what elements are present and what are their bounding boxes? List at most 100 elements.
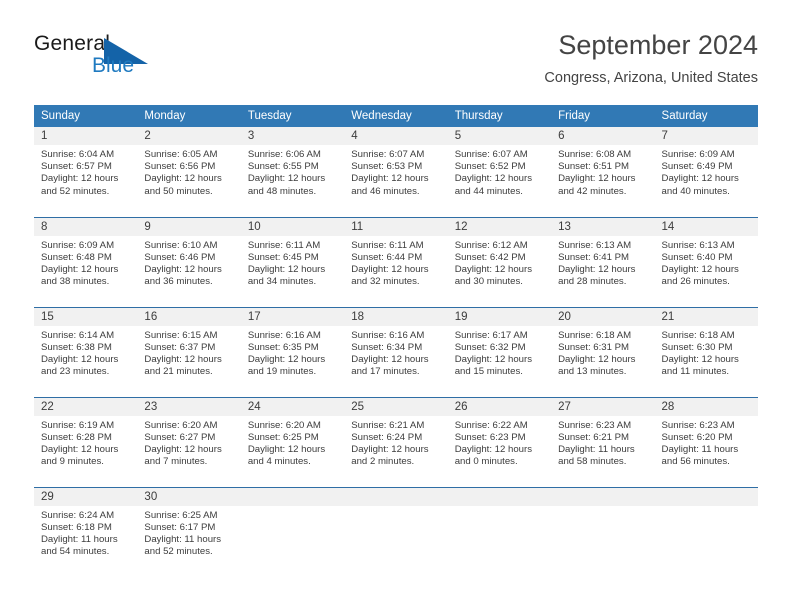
daylight-text-line2: and 42 minutes. xyxy=(558,185,627,197)
day-cell[interactable]: 5 Sunrise: 6:07 AM Sunset: 6:52 PM Dayli… xyxy=(447,127,552,217)
daylight-text-line2: and 13 minutes. xyxy=(558,366,627,378)
daylight-text-line1: Daylight: 12 hours xyxy=(558,173,636,185)
sunrise-text: Sunrise: 6:23 AM xyxy=(661,419,735,431)
day-number: 20 xyxy=(551,307,655,326)
sunset-text: Sunset: 6:40 PM xyxy=(661,251,733,263)
daylight-text-line2: and 32 minutes. xyxy=(351,276,420,288)
day-number xyxy=(344,487,448,506)
day-cell-empty xyxy=(654,486,758,577)
day-info: Sunrise: 6:09 AM Sunset: 6:49 PM Dayligh… xyxy=(655,145,758,198)
sunrise-text: Sunrise: 6:09 AM xyxy=(41,239,115,251)
sunrise-text: Sunrise: 6:15 AM xyxy=(144,329,218,341)
sunset-text: Sunset: 6:38 PM xyxy=(41,341,112,353)
day-info: Sunrise: 6:20 AM Sunset: 6:27 PM Dayligh… xyxy=(137,416,240,469)
day-info: Sunrise: 6:16 AM Sunset: 6:35 PM Dayligh… xyxy=(241,326,344,379)
daylight-text-line1: Daylight: 12 hours xyxy=(144,443,222,455)
daylight-text-line1: Daylight: 11 hours xyxy=(661,443,739,455)
sunset-text: Sunset: 6:17 PM xyxy=(144,521,216,533)
sunrise-text: Sunrise: 6:11 AM xyxy=(247,239,321,251)
sunset-text: Sunset: 6:31 PM xyxy=(558,341,630,353)
day-number: 4 xyxy=(344,127,448,145)
day-info: Sunrise: 6:21 AM Sunset: 6:24 PM Dayligh… xyxy=(344,416,447,469)
day-cell[interactable]: 25 Sunrise: 6:21 AM Sunset: 6:24 PM Dayl… xyxy=(344,396,448,487)
sunrise-text: Sunrise: 6:18 AM xyxy=(558,329,632,341)
day-cell[interactable]: 6 Sunrise: 6:08 AM Sunset: 6:51 PM Dayli… xyxy=(551,127,655,217)
day-cell[interactable]: 17 Sunrise: 6:16 AM Sunset: 6:35 PM Dayl… xyxy=(240,306,345,397)
day-cell[interactable]: 10 Sunrise: 6:11 AM Sunset: 6:45 PM Dayl… xyxy=(240,216,345,307)
day-cell[interactable]: 28 Sunrise: 6:23 AM Sunset: 6:20 PM Dayl… xyxy=(654,396,758,487)
sunrise-text: Sunrise: 6:10 AM xyxy=(144,239,218,251)
daylight-text-line2: and 44 minutes. xyxy=(454,185,523,197)
day-cell[interactable]: 14 Sunrise: 6:13 AM Sunset: 6:40 PM Dayl… xyxy=(654,216,758,307)
daylight-text-line1: Daylight: 12 hours xyxy=(661,353,739,365)
daylight-text-line2: and 54 minutes. xyxy=(41,546,110,558)
day-number xyxy=(447,487,552,506)
day-cell[interactable]: 29 Sunrise: 6:24 AM Sunset: 6:18 PM Dayl… xyxy=(34,486,138,577)
daylight-text-line2: and 36 minutes. xyxy=(144,276,213,288)
daylight-text-line1: Daylight: 12 hours xyxy=(41,443,119,455)
sunrise-text: Sunrise: 6:18 AM xyxy=(661,329,735,341)
day-cell[interactable]: 1 Sunrise: 6:04 AM Sunset: 6:57 PM Dayli… xyxy=(34,127,138,217)
day-cell[interactable]: 4 Sunrise: 6:07 AM Sunset: 6:53 PM Dayli… xyxy=(344,127,448,217)
day-cell[interactable]: 15 Sunrise: 6:14 AM Sunset: 6:38 PM Dayl… xyxy=(34,306,138,397)
weekday-header-friday: Friday xyxy=(551,105,655,127)
day-cell[interactable]: 19 Sunrise: 6:17 AM Sunset: 6:32 PM Dayl… xyxy=(447,306,552,397)
day-info: Sunrise: 6:07 AM Sunset: 6:53 PM Dayligh… xyxy=(344,145,447,198)
sunrise-text: Sunrise: 6:08 AM xyxy=(558,149,632,160)
sunset-text: Sunset: 6:46 PM xyxy=(144,251,216,263)
daylight-text-line2: and 26 minutes. xyxy=(661,276,730,288)
day-cell[interactable]: 16 Sunrise: 6:15 AM Sunset: 6:37 PM Dayl… xyxy=(137,306,241,397)
day-number: 18 xyxy=(344,307,448,326)
day-info: Sunrise: 6:23 AM Sunset: 6:21 PM Dayligh… xyxy=(551,416,654,469)
day-cell[interactable]: 21 Sunrise: 6:18 AM Sunset: 6:30 PM Dayl… xyxy=(654,306,758,397)
day-cell[interactable]: 12 Sunrise: 6:12 AM Sunset: 6:42 PM Dayl… xyxy=(447,216,552,307)
day-cell-empty xyxy=(344,486,448,577)
page-subtitle: Congress, Arizona, United States xyxy=(544,70,758,86)
day-cell[interactable]: 22 Sunrise: 6:19 AM Sunset: 6:28 PM Dayl… xyxy=(34,396,138,487)
sunrise-text: Sunrise: 6:24 AM xyxy=(41,509,115,521)
day-cell[interactable]: 30 Sunrise: 6:25 AM Sunset: 6:17 PM Dayl… xyxy=(137,486,241,577)
day-cell[interactable]: 18 Sunrise: 6:16 AM Sunset: 6:34 PM Dayl… xyxy=(344,306,448,397)
day-cell[interactable]: 23 Sunrise: 6:20 AM Sunset: 6:27 PM Dayl… xyxy=(137,396,241,487)
daylight-text-line1: Daylight: 12 hours xyxy=(247,263,326,275)
title-block: September 2024 Congress, Arizona, United… xyxy=(544,28,758,87)
day-info: Sunrise: 6:24 AM Sunset: 6:18 PM Dayligh… xyxy=(34,506,137,559)
daylight-text-line1: Daylight: 12 hours xyxy=(351,443,429,455)
daylight-text-line2: and 46 minutes. xyxy=(351,185,420,197)
daylight-text-line1: Daylight: 12 hours xyxy=(247,173,326,185)
sunset-text: Sunset: 6:34 PM xyxy=(351,341,423,353)
calendar-week-row: 29 Sunrise: 6:24 AM Sunset: 6:18 PM Dayl… xyxy=(34,486,758,577)
sunrise-text: Sunrise: 6:04 AM xyxy=(41,149,115,160)
day-cell[interactable]: 27 Sunrise: 6:23 AM Sunset: 6:21 PM Dayl… xyxy=(551,396,655,487)
day-cell[interactable]: 13 Sunrise: 6:13 AM Sunset: 6:41 PM Dayl… xyxy=(551,216,655,307)
sunset-text: Sunset: 6:28 PM xyxy=(41,431,112,443)
day-cell[interactable]: 2 Sunrise: 6:05 AM Sunset: 6:56 PM Dayli… xyxy=(137,127,241,217)
daylight-text-line1: Daylight: 12 hours xyxy=(454,263,533,275)
sunset-text: Sunset: 6:53 PM xyxy=(351,161,423,173)
calendar-header-row: Sunday Monday Tuesday Wednesday Thursday… xyxy=(34,105,758,127)
sunset-text: Sunset: 6:56 PM xyxy=(144,161,216,173)
day-info: Sunrise: 6:06 AM Sunset: 6:55 PM Dayligh… xyxy=(241,145,344,198)
general-blue-logo[interactable]: General Blue xyxy=(34,32,214,90)
day-info: Sunrise: 6:08 AM Sunset: 6:51 PM Dayligh… xyxy=(551,145,654,198)
weekday-header-tuesday: Tuesday xyxy=(240,105,345,127)
day-info: Sunrise: 6:22 AM Sunset: 6:23 PM Dayligh… xyxy=(448,416,551,469)
day-cell[interactable]: 20 Sunrise: 6:18 AM Sunset: 6:31 PM Dayl… xyxy=(551,306,655,397)
day-cell[interactable]: 26 Sunrise: 6:22 AM Sunset: 6:23 PM Dayl… xyxy=(447,396,552,487)
day-number: 28 xyxy=(654,397,758,416)
sunset-text: Sunset: 6:23 PM xyxy=(454,431,526,443)
logo-text-blue: Blue xyxy=(92,54,135,77)
day-cell[interactable]: 8 Sunrise: 6:09 AM Sunset: 6:48 PM Dayli… xyxy=(34,216,138,307)
day-cell[interactable]: 7 Sunrise: 6:09 AM Sunset: 6:49 PM Dayli… xyxy=(654,127,758,217)
day-cell[interactable]: 3 Sunrise: 6:06 AM Sunset: 6:55 PM Dayli… xyxy=(240,127,345,217)
day-cell[interactable]: 9 Sunrise: 6:10 AM Sunset: 6:46 PM Dayli… xyxy=(137,216,241,307)
sunset-text: Sunset: 6:55 PM xyxy=(247,161,319,173)
calendar-week-row: 22 Sunrise: 6:19 AM Sunset: 6:28 PM Dayl… xyxy=(34,396,758,487)
day-info: Sunrise: 6:07 AM Sunset: 6:52 PM Dayligh… xyxy=(448,145,551,198)
day-cell[interactable]: 24 Sunrise: 6:20 AM Sunset: 6:25 PM Dayl… xyxy=(240,396,345,487)
day-cell[interactable]: 11 Sunrise: 6:11 AM Sunset: 6:44 PM Dayl… xyxy=(344,216,448,307)
daylight-text-line2: and 15 minutes. xyxy=(454,366,523,378)
sunrise-text: Sunrise: 6:20 AM xyxy=(247,419,321,431)
day-number: 25 xyxy=(344,397,448,416)
sunset-text: Sunset: 6:44 PM xyxy=(351,251,423,263)
